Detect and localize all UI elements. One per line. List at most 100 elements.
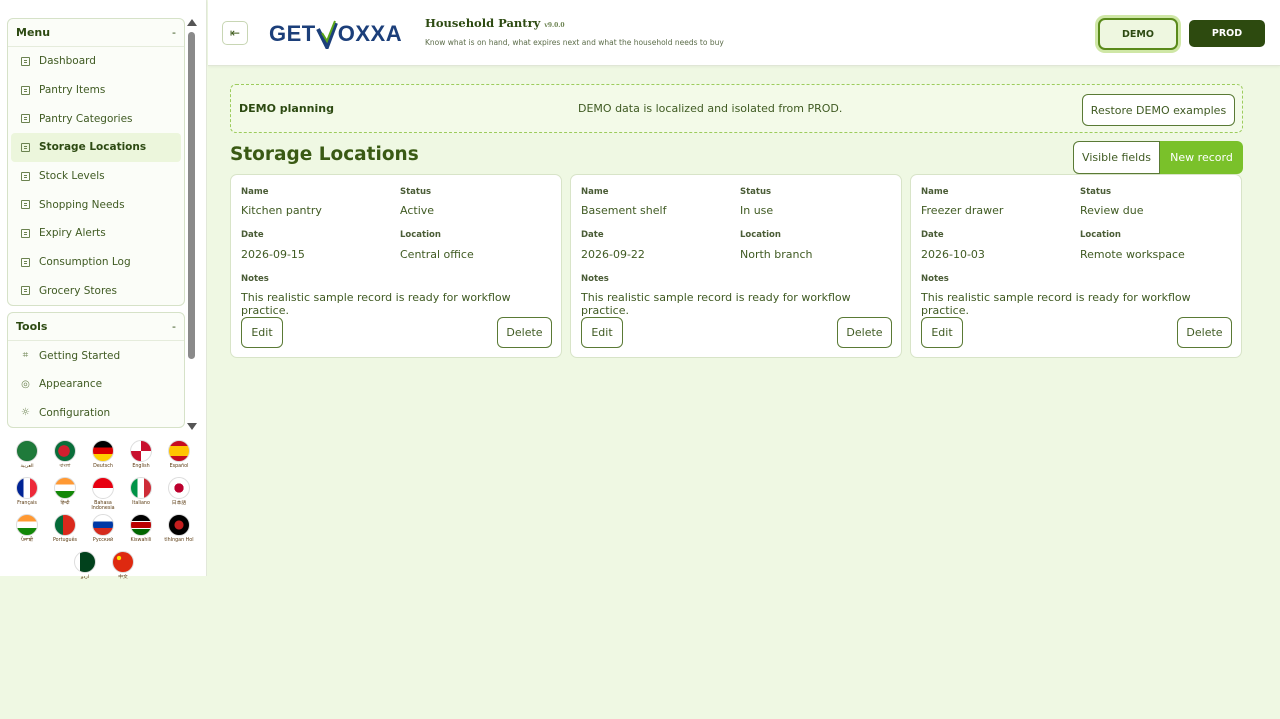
tools-section: Tools - ⌗ Getting Started ◎ Appearance ☼ Conf… <box>7 312 185 429</box>
sidebar-toggle-button[interactable]: ⇤ <box>222 21 248 45</box>
sidebar: Menu - Dashboard Pantry Items Pantry Categ… <box>0 0 207 580</box>
language-option[interactable]: বাংলা <box>46 440 84 475</box>
flag-fr-icon <box>16 477 38 499</box>
app-title: Household Pantry v9.0.0 <box>425 16 565 30</box>
sidebar-item-consumption-log[interactable]: Consumption Log <box>11 248 181 277</box>
date-value: 2026-09-15 <box>241 248 305 261</box>
language-label: ਪੰਜਾਬੀ <box>20 538 34 543</box>
date-value: 2026-10-03 <box>921 248 985 261</box>
language-label: 中文 <box>118 575 128 580</box>
sidebar-item-configuration[interactable]: ☼ Configuration <box>11 399 181 428</box>
sidebar-item-label: Shopping Needs <box>39 198 125 211</box>
app-header: ⇤ GET OXXA Household Pantry v9.0.0 Know w… <box>208 0 1280 66</box>
status-value: Review due <box>1080 204 1144 217</box>
list-icon <box>21 114 30 124</box>
sidebar-item-getting-started[interactable]: ⌗ Getting Started <box>11 341 181 370</box>
language-label: English <box>132 464 150 469</box>
tools-collapse-button[interactable]: - <box>172 320 176 333</box>
scrollbar-thumb[interactable] <box>188 32 195 359</box>
edit-button[interactable]: Edit <box>241 317 283 348</box>
status-label: Status <box>1080 187 1112 197</box>
flag-ke-icon <box>130 514 152 536</box>
record-card: Name Basement shelf Status In use Date 2026-0… <box>570 174 902 358</box>
name-label: Name <box>241 187 269 197</box>
flag-sa-icon <box>16 440 38 462</box>
scroll-down-arrow-icon[interactable] <box>187 423 197 430</box>
delete-button[interactable]: Delete <box>837 317 892 348</box>
language-option[interactable]: Português <box>46 514 84 549</box>
sidebar-item-label: Expiry Alerts <box>39 227 106 240</box>
record-card: Name Freezer drawer Status Review due Date 20… <box>910 174 1242 358</box>
language-option[interactable]: العربية <box>8 440 46 475</box>
app-title-text: Household Pantry <box>425 16 541 30</box>
demo-banner: DEMO planning DEMO data is localized and… <box>230 84 1243 133</box>
sidebar-item-label: Pantry Items <box>39 84 106 97</box>
flag-it-icon <box>130 477 152 499</box>
list-icon <box>21 142 30 152</box>
language-option[interactable]: Italiano <box>122 477 160 512</box>
language-option[interactable]: 中文 <box>104 551 142 586</box>
language-option[interactable]: हिन्दी <box>46 477 84 512</box>
edit-button[interactable]: Edit <box>921 317 963 348</box>
status-value: Active <box>400 204 435 217</box>
sidebar-item-label: Pantry Categories <box>39 112 133 125</box>
sidebar-scrollbar[interactable] <box>186 18 198 430</box>
language-label: Français <box>17 501 37 506</box>
language-option[interactable]: Kiswahili <box>122 514 160 549</box>
language-option[interactable]: Français <box>8 477 46 512</box>
name-value: Freezer drawer <box>921 204 1004 217</box>
list-icon <box>21 257 30 267</box>
record-card: Name Kitchen pantry Status Active Date 2026-0… <box>230 174 562 358</box>
language-label: Русский <box>92 538 114 543</box>
flag-in-icon <box>16 514 38 536</box>
language-label: Bahasa Indonesia <box>91 501 115 512</box>
tools-section-title: Tools <box>16 320 48 334</box>
scroll-up-arrow-icon[interactable] <box>187 19 197 26</box>
sidebar-item-pantry-items[interactable]: Pantry Items <box>11 76 181 105</box>
collapse-sidebar-icon: ⇤ <box>229 26 241 40</box>
location-label: Location <box>1080 230 1121 240</box>
prod-environment-button[interactable]: PROD <box>1189 20 1265 47</box>
sidebar-item-stock-levels[interactable]: Stock Levels <box>11 162 181 191</box>
language-option[interactable]: اردو <box>66 551 104 586</box>
language-label: Italiano <box>132 501 150 506</box>
sidebar-item-shopping-needs[interactable]: Shopping Needs <box>11 190 181 219</box>
visible-fields-button[interactable]: Visible fields <box>1073 141 1160 174</box>
language-label: বাংলা <box>59 464 71 469</box>
sidebar-item-appearance[interactable]: ◎ Appearance <box>11 370 181 399</box>
language-option[interactable]: 日本語 <box>160 477 198 512</box>
sidebar-item-grocery-stores[interactable]: Grocery Stores <box>11 277 181 306</box>
date-label: Date <box>581 230 604 240</box>
language-option[interactable]: Bahasa Indonesia <box>84 477 122 512</box>
app-subtitle: Know what is on hand, what expires next … <box>425 38 724 47</box>
language-option[interactable]: Русский <box>84 514 122 549</box>
language-label: Kiswahili <box>130 538 152 543</box>
palette-icon: ◎ <box>21 378 30 390</box>
sidebar-item-label: Storage Locations <box>39 141 147 154</box>
sidebar-item-storage-locations[interactable]: Storage Locations <box>11 133 181 162</box>
edit-button[interactable]: Edit <box>581 317 623 348</box>
flag-bd-icon <box>54 440 76 462</box>
delete-button[interactable]: Delete <box>1177 317 1232 348</box>
demo-environment-button[interactable]: DEMO <box>1098 18 1178 50</box>
sidebar-item-dashboard[interactable]: Dashboard <box>11 47 181 76</box>
menu-collapse-button[interactable]: - <box>172 26 176 39</box>
delete-button[interactable]: Delete <box>497 317 552 348</box>
page-title: Storage Locations <box>230 144 419 165</box>
flag-es-icon <box>168 440 190 462</box>
banner-message: DEMO data is localized and isolated from… <box>578 102 843 115</box>
language-option[interactable]: ਪੰਜਾਬੀ <box>8 514 46 549</box>
logo-check-icon <box>315 20 338 49</box>
list-icon <box>21 228 30 238</box>
sidebar-item-expiry-alerts[interactable]: Expiry Alerts <box>11 219 181 248</box>
language-option[interactable]: Español <box>160 440 198 475</box>
language-label: tlhIngan Hol <box>164 538 194 543</box>
language-option[interactable]: English <box>122 440 160 475</box>
restore-demo-button[interactable]: Restore DEMO examples <box>1082 94 1235 126</box>
language-label: 日本語 <box>171 501 187 506</box>
language-option[interactable]: tlhIngan Hol <box>160 514 198 549</box>
language-option[interactable]: Deutsch <box>84 440 122 475</box>
sidebar-scroll-area[interactable]: Menu - Dashboard Pantry Items Pantry Categ… <box>7 18 185 432</box>
new-record-button[interactable]: New record <box>1160 141 1243 174</box>
sidebar-item-pantry-categories[interactable]: Pantry Categories <box>11 104 181 133</box>
